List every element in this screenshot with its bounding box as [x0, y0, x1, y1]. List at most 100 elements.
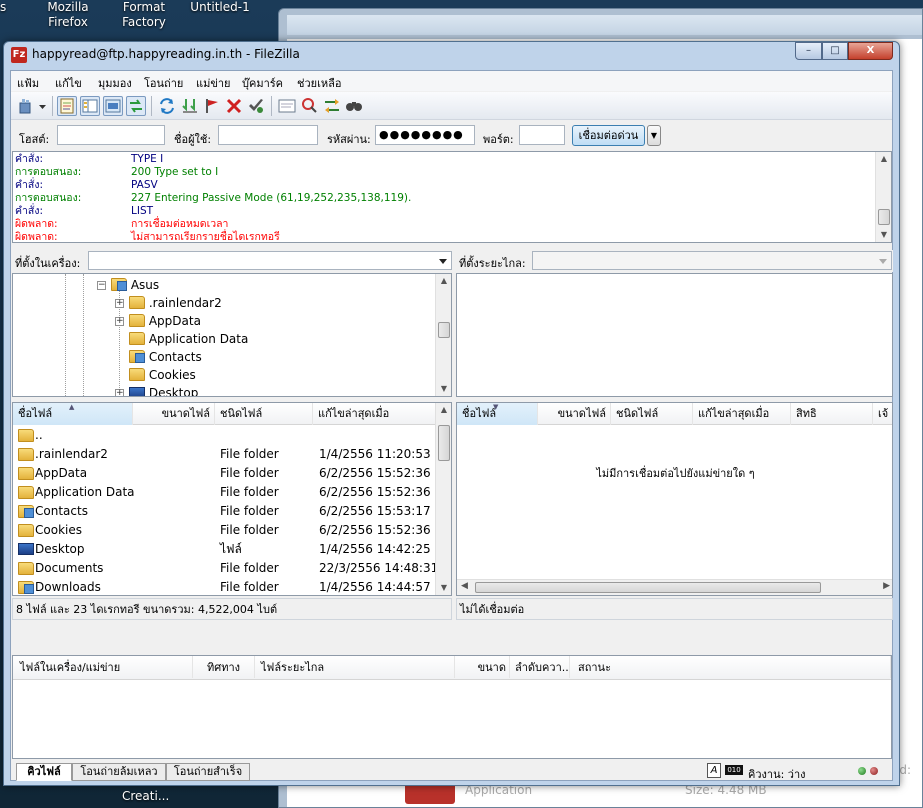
menu-view[interactable]: มุมมอง [98, 74, 132, 92]
scroll-up-icon[interactable]: ▲ [436, 403, 451, 417]
username-input[interactable] [218, 125, 318, 145]
column-header-modified[interactable]: แก้ไขล่าสุดเมื่อ [693, 403, 791, 425]
password-input[interactable]: ●●●●●●●● [375, 125, 475, 145]
column-header-status[interactable]: สถานะ [570, 656, 891, 678]
tree-item-contacts[interactable]: Contacts [129, 348, 202, 366]
quickconnect-dropdown-button[interactable]: ▼ [647, 125, 661, 146]
binary-mode-icon[interactable]: 010 [725, 765, 743, 775]
table-row[interactable]: Desktop ไฟล์ 1/4/2556 14:42:25 [13, 540, 436, 559]
remote-file-list[interactable]: ชื่อไฟล์ ▼ ขนาดไฟล์ ชนิดไฟล์ แก้ไขล่าสุดเ… [456, 402, 893, 596]
local-path-combobox[interactable] [88, 251, 452, 270]
remote-path-combobox[interactable] [532, 251, 892, 270]
menu-edit[interactable]: แก้ไข [55, 74, 82, 92]
column-header-modified[interactable]: แก้ไขล่าสุดเมื่อ [313, 403, 436, 425]
column-header-owner[interactable]: เจ้ [873, 403, 892, 425]
desktop-icon-firefox[interactable]: Mozilla Firefox [38, 0, 98, 30]
title-bar[interactable]: Fz happyread@ftp.happyreading.in.th - Fi… [4, 42, 899, 67]
column-header-filename[interactable]: ชื่อไฟล์ ▼ [457, 403, 538, 425]
table-row[interactable]: Contacts File folder 6/2/2556 15:53:17 [13, 502, 436, 521]
reconnect-icon[interactable] [246, 96, 266, 116]
stop-icon[interactable] [202, 96, 222, 116]
table-row[interactable]: AppData File folder 6/2/2556 15:52:36 [13, 464, 436, 483]
host-input[interactable] [57, 125, 165, 145]
column-header-direction[interactable]: ทิศทาง [193, 656, 255, 678]
scroll-down-icon[interactable]: ▼ [876, 228, 891, 242]
local-directory-tree[interactable]: − Asus + .rainlendar2 + AppData Applicat… [12, 273, 452, 397]
remote-horizontal-scrollbar[interactable]: ◀ ▶ [457, 579, 892, 595]
log-toggle-icon[interactable] [57, 96, 77, 116]
local-file-scrollbar[interactable]: ▲ ▼ [435, 403, 451, 595]
tree-item-asus[interactable]: Asus [111, 276, 159, 294]
disconnect-icon[interactable] [224, 96, 244, 116]
message-log[interactable]: คำสั่ง: TYPE I การตอบสนอง: 200 Type set to… [12, 151, 892, 243]
column-header-priority[interactable]: ลำดับควา... [510, 656, 570, 678]
remote-directory-tree[interactable] [456, 273, 893, 397]
filezilla-app-icon[interactable]: Fz [11, 47, 27, 63]
menu-server[interactable]: แม่ข่าย [196, 74, 230, 92]
column-header-size[interactable]: ขนาด [455, 656, 510, 678]
scrollbar-thumb[interactable] [475, 582, 821, 593]
local-file-list[interactable]: ชื่อไฟล์ ▲ ขนาดไฟล์ ชนิดไฟล์ แก้ไขล่าสุดเ… [12, 402, 452, 596]
column-header-local-file[interactable]: ไฟล์ในเครื่อง/แม่ข่าย [13, 656, 193, 678]
column-header-filesize[interactable]: ขนาดไฟล์ [133, 403, 215, 425]
desktop-icon-format-factory[interactable]: Format Factory [114, 0, 174, 30]
tree-item-appdata[interactable]: AppData [129, 312, 201, 330]
scroll-left-icon[interactable]: ◀ [461, 581, 468, 591]
table-row[interactable]: Cookies File folder 6/2/2556 15:52:36 [13, 521, 436, 540]
desktop-icon-label: Format [122, 0, 166, 14]
scrollbar-thumb[interactable] [878, 209, 890, 225]
compare-icon[interactable] [300, 96, 320, 116]
expand-toggle[interactable]: + [115, 317, 124, 326]
close-button[interactable]: X [848, 42, 893, 60]
desktop-icon-untitled[interactable]: Untitled-1 [188, 0, 252, 15]
filter-icon[interactable] [277, 96, 297, 116]
sync-browse-icon[interactable] [322, 96, 342, 116]
expand-toggle[interactable]: + [115, 389, 124, 396]
maximize-button[interactable]: □ [822, 42, 848, 60]
scroll-up-icon[interactable]: ▲ [876, 152, 891, 166]
column-header-permissions[interactable]: สิทธิ [791, 403, 873, 425]
column-header-filetype[interactable]: ชนิดไฟล์ [215, 403, 313, 425]
table-row[interactable]: Application Data File folder 6/2/2556 15:5… [13, 483, 436, 502]
filter-status-icon[interactable]: A [707, 763, 721, 778]
scroll-down-icon[interactable]: ▼ [436, 382, 451, 396]
minimize-button[interactable]: – [795, 42, 822, 60]
refresh-icon[interactable] [157, 96, 177, 116]
remote-tree-icon[interactable] [103, 96, 123, 116]
expand-toggle[interactable]: + [115, 299, 124, 308]
collapse-toggle[interactable]: − [97, 281, 106, 290]
scroll-down-icon[interactable]: ▼ [436, 581, 451, 595]
file-type: File folder [220, 523, 279, 537]
column-header-filename[interactable]: ชื่อไฟล์ ▲ [13, 403, 133, 425]
menu-file[interactable]: แฟ้ม [17, 74, 39, 92]
scroll-up-icon[interactable]: ▲ [436, 274, 451, 288]
column-header-filesize[interactable]: ขนาดไฟล์ [538, 403, 611, 425]
table-row[interactable]: Documents File folder 22/3/2556 14:48:31 [13, 559, 438, 578]
transfer-queue[interactable]: ไฟล์ในเครื่อง/แม่ข่าย ทิศทาง ไฟล์ระยะไกล… [12, 655, 892, 759]
tree-toggle-icon[interactable] [80, 96, 100, 116]
tree-item-desktop[interactable]: Desktop [129, 384, 198, 396]
tree-item-rainlendar2[interactable]: .rainlendar2 [129, 294, 222, 312]
scrollbar-thumb[interactable] [438, 425, 450, 461]
scrollbar-thumb[interactable] [438, 322, 450, 338]
menu-help[interactable]: ช่วยเหลือ [297, 74, 341, 92]
column-header-remote-file[interactable]: ไฟล์ระยะไกล [255, 656, 455, 678]
site-manager-icon[interactable] [17, 96, 37, 116]
port-input[interactable] [519, 125, 565, 145]
table-row[interactable]: Downloads File folder 1/4/2556 14:44:57 [13, 578, 436, 595]
tree-item-application-data[interactable]: Application Data [129, 330, 248, 348]
scroll-right-icon[interactable]: ▶ [883, 581, 890, 591]
tree-item-cookies[interactable]: Cookies [129, 366, 196, 384]
column-header-filetype[interactable]: ชนิดไฟล์ [611, 403, 693, 425]
log-scrollbar[interactable]: ▲ ▼ [875, 152, 891, 242]
table-row[interactable]: .rainlendar2 File folder 1/4/2556 11:20:53 [13, 445, 436, 464]
menu-bookmarks[interactable]: บุ๊คมาร์ค [242, 74, 283, 92]
search-icon[interactable] [344, 96, 364, 116]
queue-toggle-icon[interactable] [126, 96, 146, 116]
table-row[interactable]: .. [13, 426, 436, 445]
menu-transfer[interactable]: โอนถ่าย [144, 74, 183, 92]
process-queue-icon[interactable] [180, 96, 200, 116]
quickconnect-button[interactable]: เชื่อมต่อด่วน [572, 125, 645, 146]
dropdown-arrow-icon[interactable] [38, 96, 48, 116]
local-tree-scrollbar[interactable]: ▲ ▼ [435, 274, 451, 396]
